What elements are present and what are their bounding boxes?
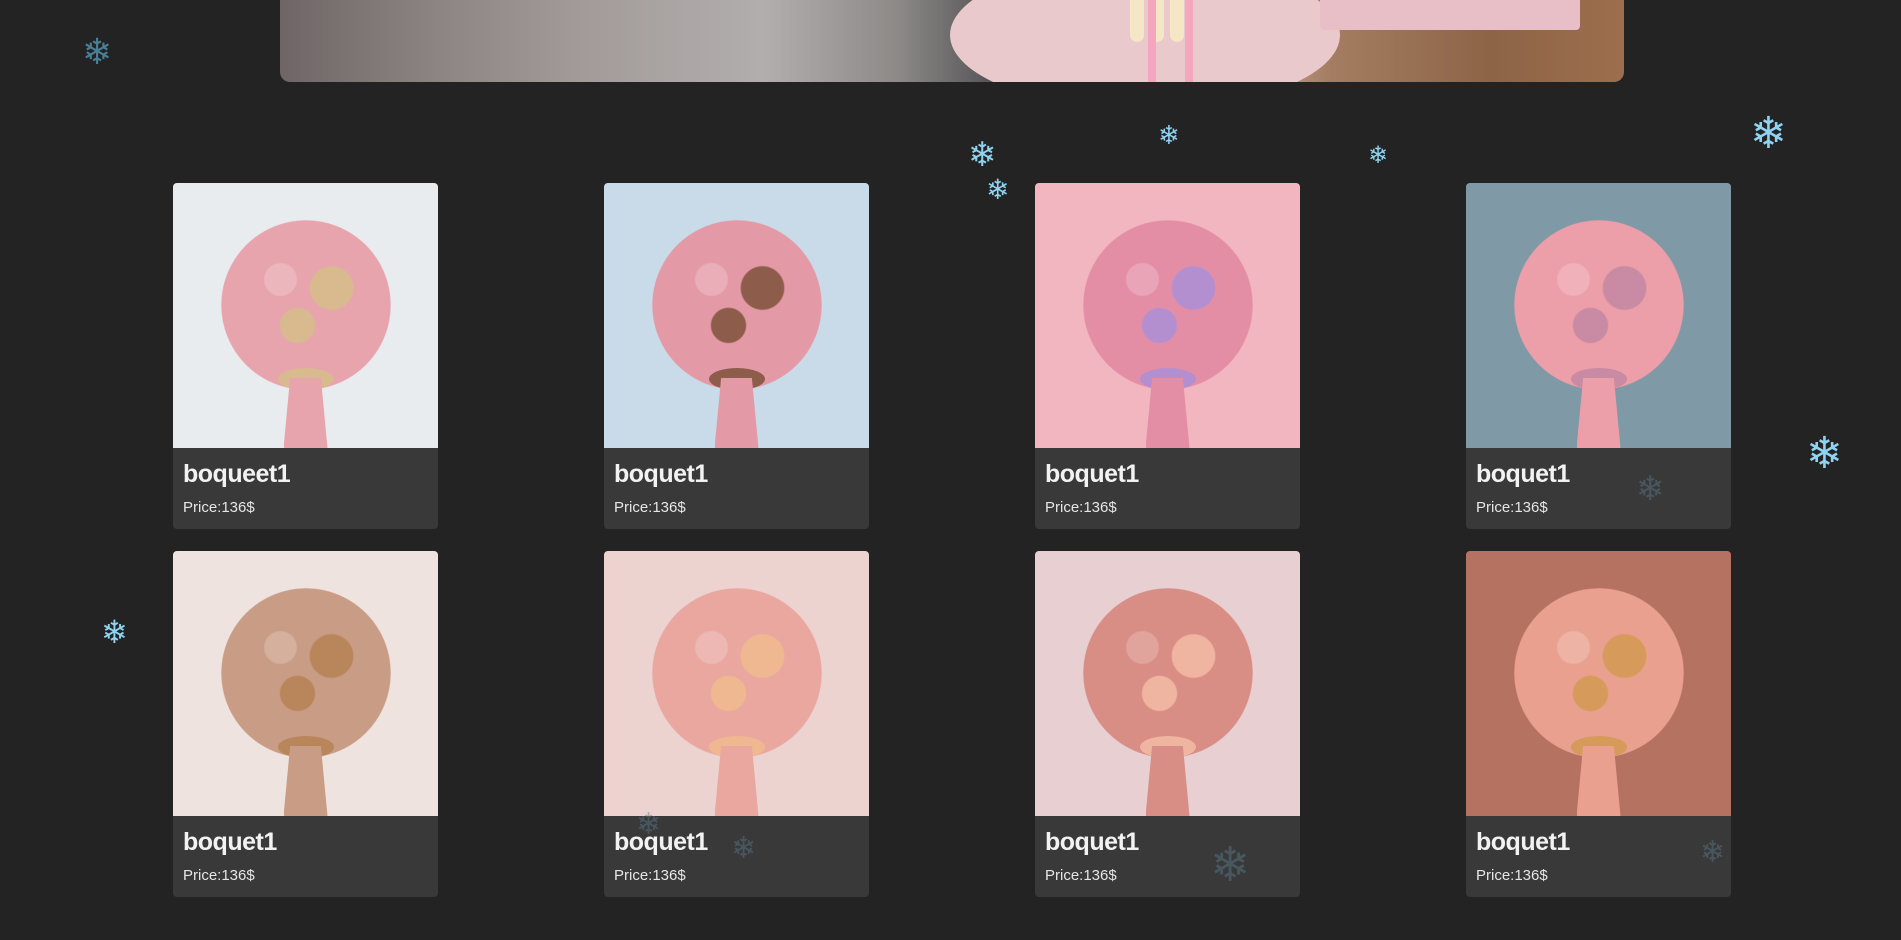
bouquet-graphic [1082,587,1253,758]
hero-banner-image [280,0,1624,82]
product-card[interactable]: boquet1 Price:136$ [173,551,438,897]
snowflake-icon: ❄ [1210,839,1251,892]
product-price: Price:136$ [1045,499,1117,516]
bouquet-graphic [220,587,391,758]
ribbon-graphic [1148,0,1156,82]
product-title[interactable]: boquet1 [1476,460,1570,489]
bouquet-graphic [1082,219,1253,390]
snowflake-icon: ❄ [1806,429,1843,478]
product-card[interactable]: boquet1 Price:136$ [1466,551,1731,897]
product-title[interactable]: boquet1 [1045,460,1139,489]
product-price: Price:136$ [1476,499,1548,516]
product-image[interactable] [173,551,438,816]
stem-graphic [283,746,328,816]
product-image[interactable] [604,183,869,448]
product-price: Price:136$ [614,867,686,884]
product-price: Price:136$ [1476,867,1548,884]
product-title[interactable]: boqueet1 [183,460,291,489]
stem-graphic [283,378,328,448]
product-card[interactable]: boquet1 Price:136$ [1035,183,1300,529]
bouquet-graphic [651,219,822,390]
product-price: Price:136$ [1045,867,1117,884]
product-price: Price:136$ [183,499,255,516]
ribbon-graphic [1185,0,1193,82]
product-title[interactable]: boquet1 [183,828,277,857]
snowflake-icon: ❄ [1158,120,1180,150]
snowflake-icon: ❄ [1636,470,1665,508]
gift-box-graphic [1320,0,1580,30]
snowflake-icon: ❄ [101,614,128,650]
snowflake-icon: ❄ [1368,142,1389,169]
stem-graphic [714,746,759,816]
product-card[interactable]: boquet1 Price:136$ [604,183,869,529]
product-title[interactable]: boquet1 [1476,828,1570,857]
snowflake-icon: ❄ [986,174,1010,205]
snowflake-icon: ❄ [1750,109,1787,158]
product-card[interactable]: boquet1 Price:136$ [1466,183,1731,529]
snowflake-icon: ❄ [731,832,757,865]
product-title[interactable]: boquet1 [614,460,708,489]
candle-graphic [1170,0,1184,42]
candle-graphic [1130,0,1144,42]
snowflake-icon: ❄ [636,808,662,841]
snowflake-icon: ❄ [1700,836,1726,869]
stem-graphic [1145,746,1190,816]
product-grid: boqueet1 Price:136$ boquet1 Price:136$ b… [173,183,1731,897]
snowflake-icon: ❄ [82,31,113,72]
product-image[interactable] [1035,551,1300,816]
product-price: Price:136$ [183,867,255,884]
stem-graphic [714,378,759,448]
product-image[interactable] [1035,183,1300,448]
product-title[interactable]: boquet1 [1045,828,1139,857]
stem-graphic [1145,378,1190,448]
bouquet-graphic [220,219,391,390]
cake-graphic [950,0,1340,82]
stem-graphic [1576,378,1621,448]
bouquet-graphic [1513,219,1684,390]
product-image[interactable] [604,551,869,816]
product-image[interactable] [1466,551,1731,816]
snowflake-icon: ❄ [968,136,997,174]
product-image[interactable] [173,183,438,448]
bouquet-graphic [1513,587,1684,758]
product-price: Price:136$ [614,499,686,516]
bouquet-graphic [651,587,822,758]
product-image[interactable] [1466,183,1731,448]
stem-graphic [1576,746,1621,816]
product-card[interactable]: boquet1 Price:136$ [1035,551,1300,897]
product-card[interactable]: boqueet1 Price:136$ [173,183,438,529]
